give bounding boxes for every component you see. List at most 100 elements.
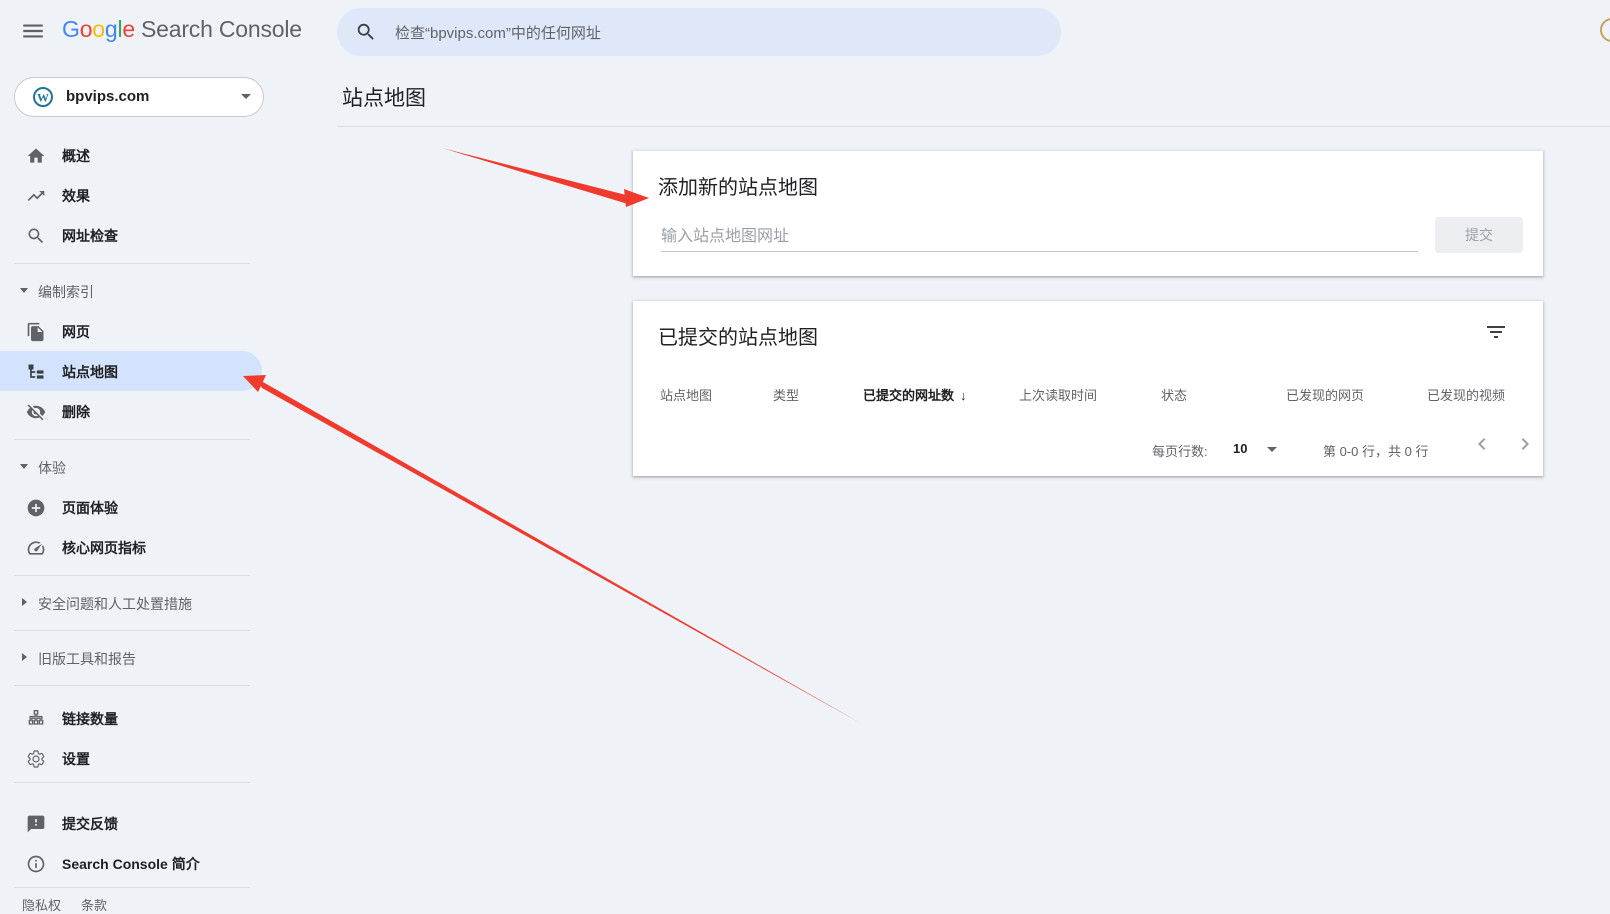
privacy-link[interactable]: 隐私权 <box>22 898 61 913</box>
sidebar-divider <box>14 439 250 440</box>
column-header-discovered-pages[interactable]: 已发现的网页 <box>1286 385 1364 404</box>
sidebar-item-removals[interactable]: 删除 <box>0 391 262 431</box>
info-icon <box>26 854 46 874</box>
page-title: 站点地图 <box>342 87 426 110</box>
column-label: 已提交的网址数 <box>863 388 955 403</box>
expand-less-icon <box>20 464 28 469</box>
sidebar-divider <box>14 685 250 686</box>
sidebar-divider <box>14 782 250 783</box>
sidebar-item-label: 链接数量 <box>62 711 118 727</box>
search-icon <box>26 226 46 246</box>
sidebar-item-links[interactable]: 链接数量 <box>0 698 262 738</box>
section-security-toggle[interactable]: 安全问题和人工处置措施 <box>0 588 250 618</box>
column-header-discovered-videos[interactable]: 已发现的视频 <box>1427 385 1505 404</box>
add-sitemap-title: 添加新的站点地图 <box>658 177 818 199</box>
sitemap-icon <box>26 362 46 382</box>
submitted-sitemaps-title: 已提交的站点地图 <box>658 327 818 349</box>
rows-per-page-value: 10 <box>1233 441 1248 456</box>
settings-icon <box>26 749 46 769</box>
chevron-left-icon <box>1478 438 1486 450</box>
section-experience-toggle[interactable]: 体验 <box>0 452 250 482</box>
search-console-logo[interactable]: Google Search Console <box>62 16 302 43</box>
sidebar-item-label: 设置 <box>62 751 90 767</box>
filter-icon[interactable] <box>1484 320 1508 344</box>
annotation-arrow-to-add-card <box>442 148 649 207</box>
pagination-range: 第 0-0 行，共 0 行 <box>1323 444 1429 459</box>
expand-less-icon <box>20 288 28 293</box>
sidebar-item-label: 提交反馈 <box>62 816 118 832</box>
visibility-off-icon <box>26 402 46 422</box>
terms-link[interactable]: 条款 <box>81 898 107 913</box>
sidebar-item-label: 网页 <box>62 324 90 340</box>
section-indexing-toggle[interactable]: 编制索引 <box>0 276 250 306</box>
section-title: 体验 <box>38 460 66 476</box>
chevron-right-icon <box>1521 438 1529 450</box>
add-circle-icon <box>26 498 46 518</box>
sidebar-item-core-web-vitals[interactable]: 核心网页指标 <box>0 527 262 567</box>
sidebar-divider <box>14 887 250 888</box>
sidebar-item-page-experience[interactable]: 页面体验 <box>0 487 262 527</box>
sidebar-item-label: Search Console 简介 <box>62 856 200 872</box>
url-inspection-search[interactable]: 检查“bpvips.com”中的任何网址 <box>337 8 1061 56</box>
column-header-last-read[interactable]: 上次读取时间 <box>1019 385 1097 404</box>
sidebar-item-label: 概述 <box>62 148 90 164</box>
home-icon <box>26 146 46 166</box>
product-name: Search Console <box>141 16 302 42</box>
wordpress-icon: W <box>33 87 53 107</box>
sort-arrow-down-icon: ↓ <box>960 388 967 403</box>
next-page-button[interactable] <box>1513 432 1541 460</box>
column-header-sitemap[interactable]: 站点地图 <box>660 385 712 404</box>
trending-up-icon <box>26 186 46 206</box>
section-title: 编制索引 <box>38 284 94 300</box>
section-title: 安全问题和人工处置措施 <box>38 596 192 612</box>
column-header-type[interactable]: 类型 <box>773 385 799 404</box>
feedback-icon <box>26 814 46 834</box>
title-divider <box>337 126 1610 127</box>
property-name: bpvips.com <box>66 88 150 105</box>
sidebar-item-label: 网址检查 <box>62 228 118 244</box>
sidebar-item-about[interactable]: Search Console 简介 <box>0 843 262 883</box>
section-title: 旧版工具和报告 <box>38 651 136 667</box>
links-icon <box>26 709 46 729</box>
speed-gauge-icon <box>26 538 46 558</box>
sidebar-item-overview[interactable]: 概述 <box>0 135 262 175</box>
section-legacy-toggle[interactable]: 旧版工具和报告 <box>0 643 250 673</box>
sidebar-divider <box>14 630 250 631</box>
sidebar-item-label: 核心网页指标 <box>62 540 146 556</box>
sidebar-item-label: 站点地图 <box>62 364 118 380</box>
dropdown-caret-icon <box>1267 447 1277 452</box>
submit-button[interactable]: 提交 <box>1435 217 1523 253</box>
sidebar-item-pages[interactable]: 网页 <box>0 311 262 351</box>
property-selector[interactable]: W bpvips.com <box>14 77 264 117</box>
account-avatar[interactable] <box>1600 18 1610 42</box>
sidebar-item-label: 页面体验 <box>62 500 118 516</box>
svg-text:W: W <box>37 91 49 105</box>
submitted-sitemaps-card: 已提交的站点地图 站点地图 类型 已提交的网址数 ↓ 上次读取时间 状态 已发现的… <box>633 301 1543 476</box>
sidebar-item-settings[interactable]: 设置 <box>0 738 262 778</box>
rows-per-page-select[interactable]: 10 <box>1233 437 1283 461</box>
sidebar-item-url-inspection[interactable]: 网址检查 <box>0 215 262 255</box>
column-header-submitted-urls[interactable]: 已提交的网址数 ↓ <box>863 385 967 404</box>
expand-more-icon <box>22 653 27 661</box>
google-wordmark: Google <box>62 16 135 42</box>
expand-more-icon <box>22 598 27 606</box>
sitemap-url-input[interactable] <box>661 223 1418 252</box>
add-sitemap-card: 添加新的站点地图 提交 <box>633 151 1543 276</box>
hamburger-menu-icon <box>23 24 43 38</box>
column-header-status[interactable]: 状态 <box>1161 385 1187 404</box>
previous-page-button[interactable] <box>1470 432 1498 460</box>
main-menu-button[interactable] <box>20 18 46 44</box>
footer-links: 隐私权 条款 <box>22 895 127 914</box>
sidebar-divider <box>14 263 250 264</box>
dropdown-caret-icon <box>241 94 251 99</box>
pages-icon <box>26 322 46 342</box>
search-icon <box>355 21 377 43</box>
sidebar-item-feedback[interactable]: 提交反馈 <box>0 803 262 843</box>
sidebar-divider <box>14 575 250 576</box>
sidebar-item-sitemaps[interactable]: 站点地图 <box>0 351 262 391</box>
search-placeholder[interactable]: 检查“bpvips.com”中的任何网址 <box>395 22 601 43</box>
rows-per-page-label: 每页行数: <box>1152 444 1208 459</box>
sidebar-item-label: 效果 <box>62 188 90 204</box>
sidebar-item-label: 删除 <box>62 404 90 420</box>
sidebar-item-performance[interactable]: 效果 <box>0 175 262 215</box>
